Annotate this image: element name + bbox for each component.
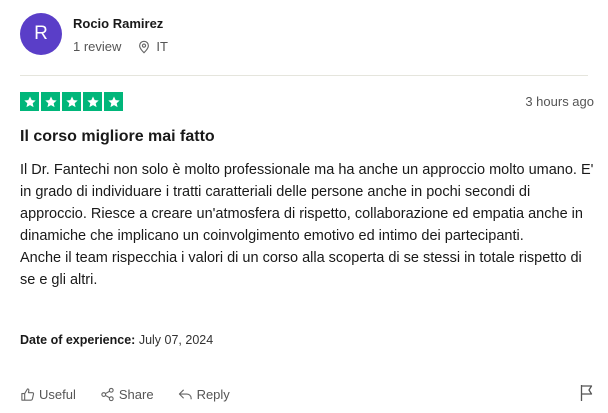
share-icon [101,387,114,401]
star-icon [104,92,123,111]
share-label: Share [118,386,154,402]
review-actions: Useful Share Reply [20,384,595,404]
location-pin-icon [139,40,150,53]
review-body: Il Dr. Fantechi non solo è molto profess… [20,159,595,291]
reviewer-header: R Rocio Ramirez 1 review IT [20,13,588,63]
date-of-experience: Date of experience: July 07, 2024 [20,333,213,347]
review-paragraph: Il Dr. Fantechi non solo è molto profess… [20,162,594,244]
review-title[interactable]: Il corso migliore mai fatto [20,128,215,146]
divider [20,75,588,76]
experience-date: July 07, 2024 [138,333,214,347]
star-icon [83,92,102,111]
reply-icon [178,388,192,399]
review-paragraph: Anche il team rispecchia i valori di un … [20,250,582,288]
star-icon [62,92,81,111]
thumbs-up-icon [21,387,35,401]
review-count: 1 review [73,39,122,54]
useful-label: Useful [39,386,76,402]
star-icon [41,92,60,111]
star-rating [20,92,123,111]
reviewer-country: IT [156,39,168,54]
share-button[interactable]: Share [100,387,154,402]
useful-button[interactable]: Useful [20,387,76,402]
reviewer-meta: 1 review IT [73,39,168,54]
reply-button[interactable]: Reply [178,387,230,402]
flag-icon[interactable] [579,384,595,402]
reviewer-name[interactable]: Rocio Ramirez [73,16,163,31]
review-time: 3 hours ago [525,94,594,109]
avatar[interactable]: R [20,13,62,55]
experience-label: Date of experience: [20,333,136,347]
reply-label: Reply [196,386,230,402]
star-icon [20,92,39,111]
